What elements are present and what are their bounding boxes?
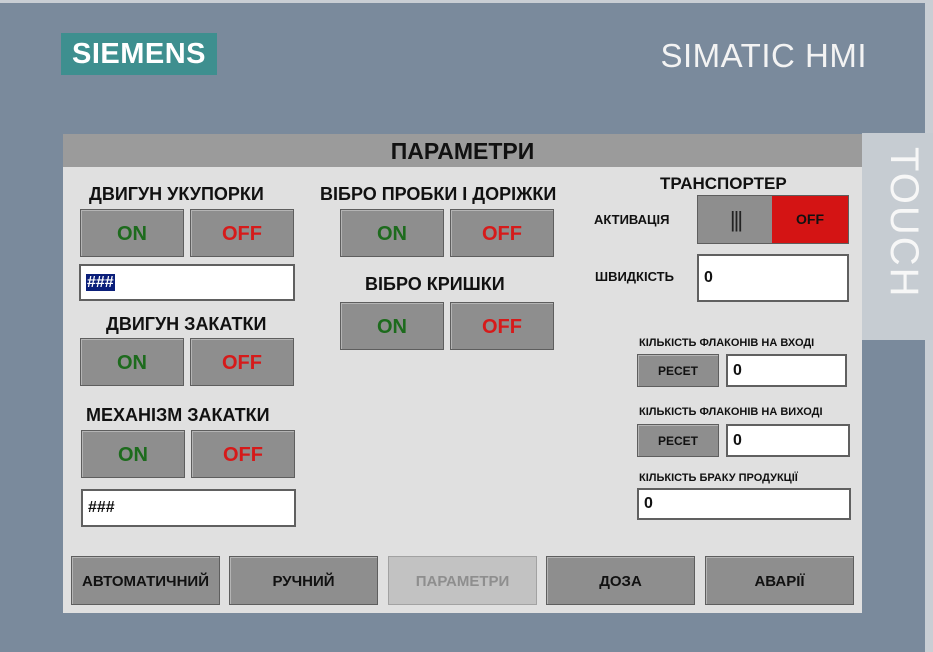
touch-label: TOUCH (882, 147, 926, 299)
vibro-lids-off-button[interactable]: OFF (450, 302, 554, 350)
motor-capping-on-button[interactable]: ON (80, 209, 184, 257)
siemens-logo: SIEMENS (61, 33, 217, 75)
vibro-cork-track-on-button[interactable]: ON (340, 209, 444, 257)
bezel-top-edge (0, 0, 933, 3)
input-bottles-label: КІЛЬКІСТЬ ФЛАКОНІВ НА ВХОДІ (639, 337, 815, 349)
input-bottles-count-field[interactable]: 0 (726, 354, 847, 387)
touch-label-strip: TOUCH (862, 133, 933, 340)
motor-capping-value-field[interactable]: ### (79, 264, 295, 301)
vibro-cork-track-label: ВІБРО ПРОБКИ І ДОРІЖКИ (320, 184, 557, 204)
motor-capping-label: ДВИГУН УКУПОРКИ (89, 184, 264, 204)
vibro-cork-track-off-button[interactable]: OFF (450, 209, 554, 257)
motor-crimping-on-button[interactable]: ON (80, 338, 184, 386)
motor-capping-off-button[interactable]: OFF (190, 209, 294, 257)
conveyor-activation-label: АКТИВАЦІЯ (594, 212, 670, 227)
output-bottles-reset-button[interactable]: РЕСЕТ (637, 424, 719, 457)
crimping-mechanism-label: МЕХАНІЗМ ЗАКАТКИ (86, 405, 270, 425)
toggle-state-off: OFF (772, 196, 848, 243)
output-bottles-count-field[interactable]: 0 (726, 424, 850, 457)
nav-automatic-button[interactable]: АВТОМАТИЧНИЙ (71, 556, 220, 605)
motor-crimping-label: ДВИГУН ЗАКАТКИ (106, 314, 267, 334)
vibro-lids-label: ВІБРО КРИШКИ (365, 274, 505, 294)
hmi-screen: ПАРАМЕТРИ ДВИГУН УКУПОРКИ ON OFF ### ДВИ… (63, 134, 862, 613)
defects-label: КІЛЬКІСТЬ БРАКУ ПРОДУКЦІЇ (639, 472, 798, 484)
input-bottles-reset-button[interactable]: РЕСЕТ (637, 354, 719, 387)
nav-dose-button[interactable]: ДОЗА (546, 556, 695, 605)
nav-parameters-button[interactable]: ПАРАМЕТРИ (388, 556, 537, 605)
screen-title: ПАРАМЕТРИ (63, 134, 862, 167)
motor-crimping-off-button[interactable]: OFF (190, 338, 294, 386)
crimping-mechanism-off-button[interactable]: OFF (191, 430, 295, 478)
nav-alarms-button[interactable]: АВАРІЇ (705, 556, 854, 605)
simatic-hmi-label: SIMATIC HMI (660, 37, 867, 74)
toggle-grip-icon: ||| (729, 207, 743, 232)
defects-count-field[interactable]: 0 (637, 488, 851, 520)
vibro-lids-on-button[interactable]: ON (340, 302, 444, 350)
motor-capping-value: ### (86, 274, 115, 291)
nav-manual-button[interactable]: РУЧНИЙ (229, 556, 378, 605)
conveyor-speed-field[interactable]: 0 (697, 254, 849, 302)
conveyor-title: ТРАНСПОРТЕР (660, 174, 787, 193)
crimping-mechanism-on-button[interactable]: ON (81, 430, 185, 478)
conveyor-activation-toggle[interactable]: ||| OFF (697, 195, 849, 244)
conveyor-speed-label: ШВИДКІСТЬ (595, 269, 674, 284)
output-bottles-label: КІЛЬКІСТЬ ФЛАКОНІВ НА ВИХОДІ (639, 406, 823, 418)
crimping-mechanism-value-field[interactable]: ### (81, 489, 296, 527)
